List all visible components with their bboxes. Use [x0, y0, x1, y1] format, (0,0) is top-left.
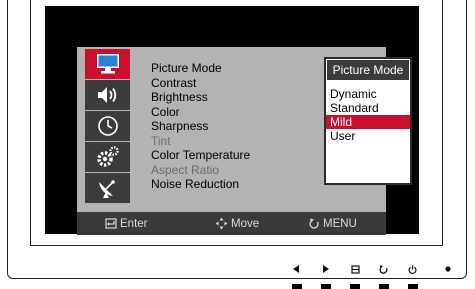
button-tab [379, 284, 389, 289]
sidebar-item-picture[interactable] [85, 49, 130, 79]
menu-item-aspect-ratio: Aspect Ratio [151, 162, 220, 177]
osd-sidebar [85, 49, 130, 204]
sidebar-item-setup[interactable] [85, 142, 130, 172]
move-label: Move [231, 217, 260, 230]
input-button[interactable] [348, 262, 362, 276]
menu-item-sharpness[interactable]: Sharpness [151, 119, 250, 134]
menu-item-color[interactable]: Color [151, 105, 250, 120]
monitor-icon [96, 54, 119, 74]
menu-item-color-temperature[interactable]: Color Temperature [151, 148, 250, 163]
clock-icon [97, 116, 118, 136]
option-mild[interactable]: Mild [326, 115, 410, 129]
sidebar-item-source[interactable] [85, 173, 130, 203]
button-tab [408, 284, 418, 289]
option-user[interactable]: User [326, 129, 410, 143]
move-hint: Move [215, 212, 259, 235]
right-arrow-icon [323, 265, 329, 273]
sidebar-item-audio[interactable] [85, 80, 130, 110]
gears-icon [96, 146, 119, 167]
submenu-title: Picture Mode [327, 60, 409, 80]
osd-menu: Picture Mode Contrast Brightness Color S… [77, 47, 412, 235]
auto-adjust-icon [378, 264, 388, 274]
menu-item-brightness[interactable]: Brightness [151, 90, 250, 105]
satellite-icon [98, 180, 115, 198]
menu-item-noise-reduction[interactable]: Noise Reduction [151, 177, 250, 192]
menu-item-tint: Tint [151, 133, 171, 148]
speaker-icon [97, 87, 116, 103]
return-icon [309, 218, 319, 229]
button-tab [321, 284, 331, 289]
option-standard[interactable]: Standard [326, 101, 410, 115]
option-dynamic[interactable]: Dynamic [326, 87, 410, 101]
enter-label: Enter [120, 217, 148, 230]
enter-icon [105, 218, 117, 229]
menu-item-contrast[interactable]: Contrast [151, 76, 250, 91]
input-source-icon [350, 264, 360, 274]
button-tab [350, 284, 360, 289]
enter-hint: Enter [105, 212, 148, 235]
picture-mode-submenu: Picture Mode Dynamic Standard Mild User [324, 57, 412, 185]
right-button[interactable] [319, 262, 333, 276]
menu-item-picture-mode[interactable]: Picture Mode [151, 61, 250, 76]
menu-hint: MENU [309, 212, 357, 235]
osd-footer: Enter Move MENU [77, 212, 386, 235]
left-button[interactable] [289, 262, 303, 276]
submenu-options: Dynamic Standard Mild User [326, 87, 410, 143]
sidebar-item-time[interactable] [85, 111, 130, 141]
move-icon [215, 217, 228, 230]
power-button[interactable] [405, 262, 419, 276]
picture-settings-menu: Picture Mode Contrast Brightness Color S… [151, 61, 250, 192]
power-led-icon [445, 266, 451, 272]
auto-button[interactable] [376, 262, 390, 276]
power-icon [408, 265, 416, 274]
left-arrow-icon [293, 265, 299, 273]
button-tab [292, 284, 302, 289]
menu-label: MENU [323, 217, 357, 230]
power-led [441, 262, 455, 276]
